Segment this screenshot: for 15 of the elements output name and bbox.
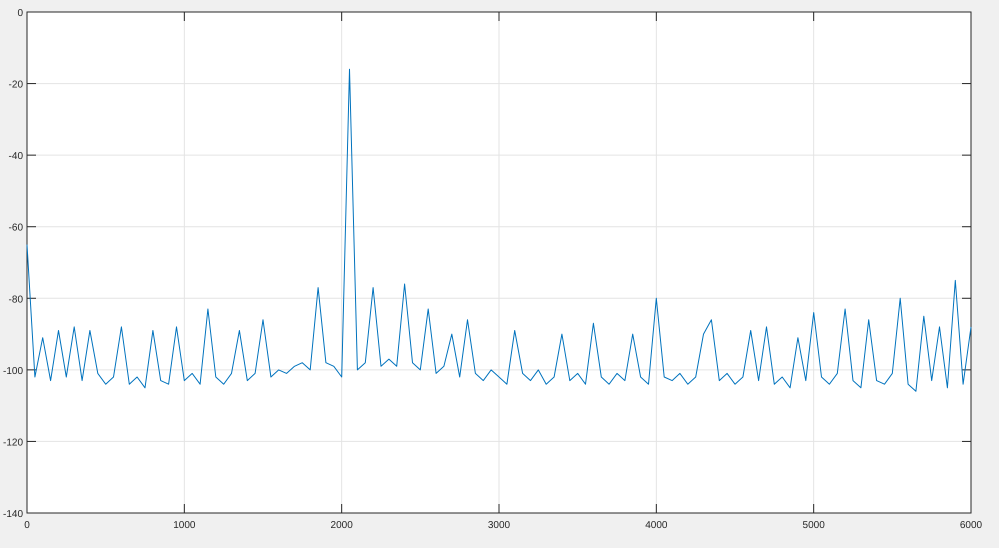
x-tick-label: 0 [24, 520, 30, 531]
y-tick-label: -20 [8, 80, 23, 91]
y-tick-label: -140 [2, 509, 23, 520]
x-tick-label: 6000 [960, 520, 982, 531]
x-tick-label: 1000 [173, 520, 196, 531]
x-tick-label: 5000 [802, 520, 825, 531]
x-tick-label: 2000 [330, 520, 353, 531]
y-tick-label: -40 [8, 151, 23, 162]
x-tick-label: 3000 [488, 520, 510, 531]
y-tick-label: -60 [8, 222, 23, 234]
y-tick-label: -100 [2, 366, 23, 377]
y-tick-label: 0 [17, 8, 23, 19]
y-tick-label: -80 [8, 294, 23, 306]
y-tick-label: -120 [2, 437, 23, 448]
x-tick-label: 4000 [645, 520, 668, 531]
